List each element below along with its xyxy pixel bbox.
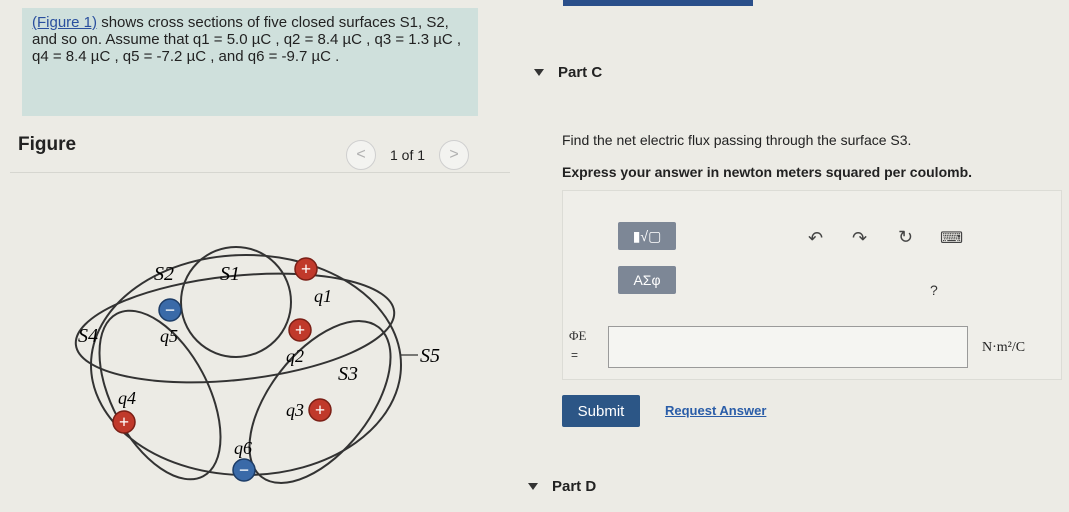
collapse-triangle-icon[interactable]: [534, 69, 544, 76]
svg-text:+: +: [119, 412, 129, 432]
keyboard-icon[interactable]: ⌨: [940, 228, 963, 248]
templates-button[interactable]: ▮√▢: [618, 222, 676, 250]
q6-label: q6: [234, 438, 252, 458]
charge-q5: −: [158, 298, 182, 322]
svg-text:−: −: [239, 460, 249, 480]
problem-statement: (Figure 1) shows cross sections of five …: [22, 8, 478, 116]
q4-label: q4: [118, 388, 136, 408]
gauss-surfaces-diagram: S1 S2 S3 S4 S5 + q1 + q2 + q3 + q4 − q5: [74, 246, 440, 484]
figure-link[interactable]: (Figure 1): [32, 14, 97, 31]
request-answer-link[interactable]: Request Answer: [665, 403, 766, 418]
part-d-header[interactable]: Part D: [528, 478, 596, 495]
units-label: N·m²/C: [982, 340, 1026, 355]
s1-label: S1: [220, 263, 240, 285]
flux-label: ΦE: [569, 328, 587, 343]
figure-divider: [10, 172, 510, 173]
charge-q2: +: [288, 318, 312, 342]
q3-label: q3: [286, 400, 304, 420]
q2-label: q2: [286, 346, 304, 366]
templates-icon: ▮√▢: [632, 227, 662, 244]
undo-icon[interactable]: ↶: [808, 228, 823, 249]
part-d-title: Part D: [552, 478, 597, 495]
charge-q3: +: [308, 398, 332, 422]
q1-label: q1: [314, 286, 332, 306]
part-c-title: Part C: [558, 64, 603, 81]
expand-triangle-icon[interactable]: [528, 483, 538, 490]
s4-label: S4: [78, 325, 98, 347]
problem-text: shows cross sections of five closed surf…: [32, 14, 462, 65]
figure-page-count: 1 of 1: [390, 147, 426, 163]
svg-text:+: +: [301, 259, 311, 279]
redo-icon[interactable]: ↷: [852, 228, 867, 249]
figure-title: Figure: [18, 134, 77, 155]
reset-icon[interactable]: ↻: [898, 227, 913, 248]
submit-button[interactable]: Submit: [562, 395, 640, 427]
right-pane: Part C Find the net electric flux passin…: [520, 0, 1069, 512]
part-c-header[interactable]: Part C: [534, 64, 602, 81]
top-accent-bar: [563, 0, 753, 6]
s5-label: S5: [420, 345, 440, 367]
instruction-text: Express your answer in newton meters squ…: [562, 164, 973, 180]
s3-label: S3: [338, 363, 358, 385]
question-text: Find the net electric flux passing throu…: [562, 132, 912, 148]
surface-s2: [98, 309, 222, 481]
s2-label: S2: [154, 263, 174, 285]
left-pane: (Figure 1) shows cross sections of five …: [0, 0, 520, 512]
svg-text:+: +: [295, 320, 305, 340]
svg-text:−: −: [165, 300, 175, 320]
q5-label: q5: [160, 326, 178, 346]
help-icon[interactable]: ?: [930, 282, 938, 298]
next-figure-button[interactable]: >: [439, 140, 470, 170]
greek-symbols-button[interactable]: ΑΣφ: [618, 266, 676, 294]
figure-pager: < 1 of 1 >: [346, 140, 470, 170]
svg-text:+: +: [315, 400, 325, 420]
charge-q4: +: [112, 410, 136, 434]
flux-answer-input[interactable]: [608, 326, 968, 368]
charge-q1: +: [294, 257, 318, 281]
flux-equals: =: [571, 348, 579, 362]
prev-figure-button[interactable]: <: [346, 140, 376, 170]
charge-q6: −: [232, 458, 256, 482]
